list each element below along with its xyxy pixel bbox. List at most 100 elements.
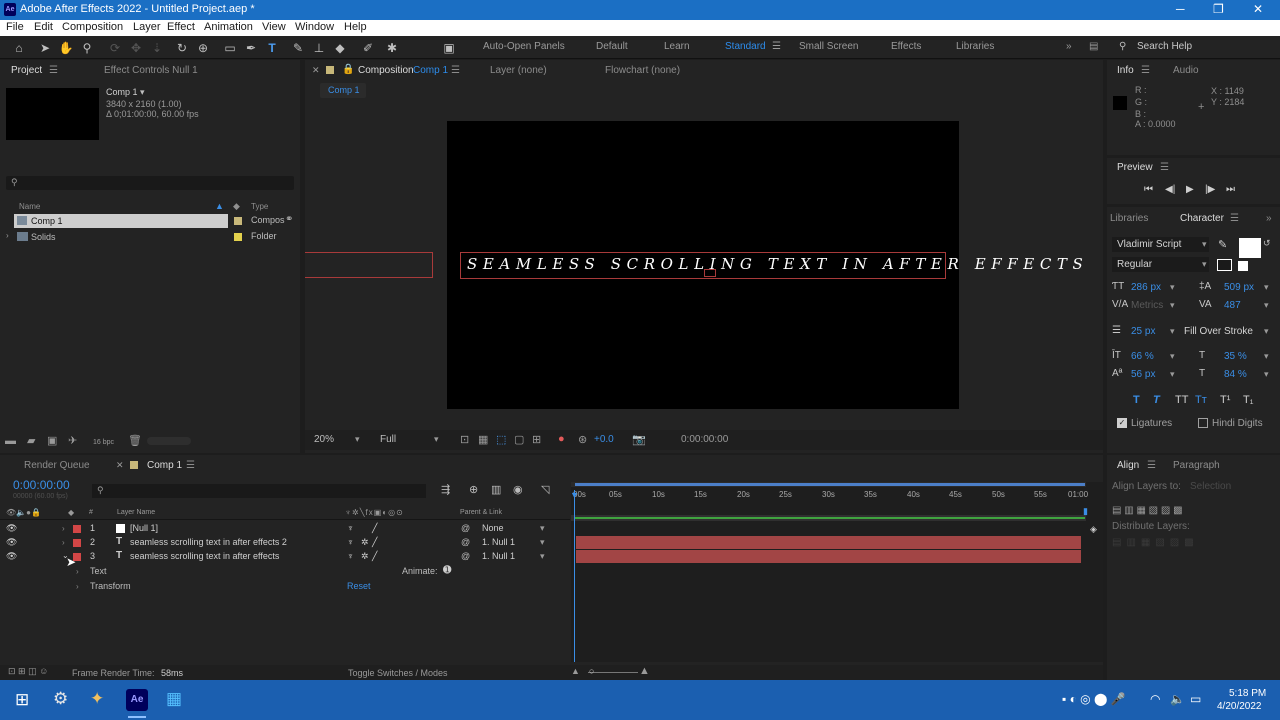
shy-switch-icon[interactable]: ♆ — [347, 537, 354, 547]
faux-italic-icon[interactable]: T — [1153, 394, 1160, 406]
chevron-down-icon[interactable]: ▾ — [1202, 259, 1207, 270]
chevron-right-icon[interactable]: › — [76, 582, 79, 591]
workspace-overflow-icon[interactable]: » — [1066, 41, 1072, 52]
font-family-dropdown[interactable]: Vladimir Script — [1112, 237, 1209, 252]
preview-title[interactable]: Preview — [1117, 162, 1153, 173]
menu-view[interactable]: View — [262, 21, 286, 33]
layer-row-1[interactable]: 👁 › 1 [Null 1] ♆ ╱ @ None ▾ — [0, 522, 570, 536]
mask-visibility-icon[interactable]: ⬚ — [496, 433, 506, 446]
menu-composition[interactable]: Composition — [62, 21, 123, 33]
chevron-down-icon[interactable]: ▾ — [1264, 300, 1269, 311]
collapse-switch-icon[interactable]: ✲ — [361, 537, 369, 548]
comp-info-name[interactable]: Comp 1 — [106, 87, 138, 97]
fast-previews-icon[interactable]: ⊡ — [460, 433, 469, 446]
orbit-tool-icon[interactable]: ⟳ — [107, 40, 123, 56]
chevron-down-icon[interactable]: ▾ — [355, 434, 360, 445]
panel-menu-icon[interactable]: ☰ — [1141, 65, 1150, 76]
label-tag-icon[interactable]: ◆ — [233, 201, 240, 212]
pan-tool-icon[interactable]: ✥ — [128, 40, 144, 56]
playhead-handle-icon[interactable]: ▼ — [570, 490, 579, 500]
flowchart-icon[interactable]: ⚭ — [285, 214, 293, 225]
close-icon[interactable]: ✕ — [1253, 2, 1263, 16]
tab-render-queue[interactable]: Render Queue — [24, 460, 90, 471]
tab-flowchart[interactable]: Flowchart (none) — [605, 65, 680, 76]
clone-stamp-icon[interactable]: ⊥ — [311, 40, 327, 56]
zoom-slider-thumb-icon[interactable]: ○ — [589, 666, 594, 676]
all-caps-icon[interactable]: TT — [1175, 394, 1188, 406]
quality-switch-icon[interactable]: ╱ — [372, 523, 377, 534]
channel-icon[interactable]: ● — [558, 433, 565, 445]
col-parent[interactable]: Parent & Link — [460, 509, 502, 516]
pickwhip-icon[interactable]: @ — [461, 523, 470, 533]
chevron-down-icon[interactable]: ▾ — [1264, 369, 1269, 380]
auto-open-panels-label[interactable]: Auto-Open Panels — [483, 41, 565, 52]
tab-paragraph[interactable]: Paragraph — [1173, 460, 1220, 471]
layer-name[interactable]: seamless scrolling text in after effects — [130, 551, 279, 561]
after-effects-taskbar-icon[interactable]: Ae — [126, 689, 148, 711]
pen-tool-icon[interactable]: ✒ — [243, 40, 259, 56]
workspace-libraries[interactable]: Libraries — [956, 41, 994, 52]
new-folder-icon[interactable]: ▰ — [27, 434, 35, 447]
collapse-switch-icon[interactable]: ✲ — [361, 551, 369, 562]
play-icon[interactable]: ▶ — [1186, 184, 1194, 195]
layer-bar-3[interactable] — [576, 550, 1081, 563]
selection-tool-icon[interactable]: ➤ — [37, 40, 53, 56]
zoom-tool-icon[interactable]: ⚲ — [79, 40, 95, 56]
menu-layer[interactable]: Layer — [133, 21, 161, 33]
playhead[interactable] — [574, 490, 575, 662]
chevron-down-icon[interactable]: ▾ — [540, 537, 545, 548]
menu-window[interactable]: Window — [295, 21, 334, 33]
font-size-value[interactable]: 286 px — [1131, 282, 1161, 293]
workspace-small-screen[interactable]: Small Screen — [799, 41, 858, 52]
chevron-down-icon[interactable]: ▾ — [1170, 326, 1175, 337]
col-layer-name[interactable]: Layer Name — [117, 509, 155, 516]
work-area-bar[interactable] — [571, 482, 1086, 487]
project-item-comp1[interactable]: Comp 1 — [14, 214, 228, 228]
lock-icon[interactable]: 🔒 — [342, 64, 354, 75]
wifi-icon[interactable]: ◠ — [1150, 692, 1160, 706]
grid-guides-icon[interactable]: ⊞ — [532, 433, 541, 446]
swap-colors-icon[interactable]: ↺ — [1263, 238, 1271, 249]
eraser-tool-icon[interactable]: ◆ — [332, 40, 348, 56]
chevron-down-icon[interactable]: ▾ — [1202, 239, 1207, 250]
zoom-slider[interactable] — [588, 672, 638, 673]
chevron-down-icon[interactable]: ▾ — [1170, 351, 1175, 362]
dolly-tool-icon[interactable]: ⇣ — [149, 40, 165, 56]
rectangle-tool-icon[interactable]: ▭ — [222, 40, 238, 56]
anchor-point[interactable] — [704, 269, 716, 277]
type-tool-icon[interactable]: T — [264, 40, 280, 56]
transform-property-group[interactable]: Transform — [90, 581, 131, 591]
eyedropper-icon[interactable]: ✎ — [1218, 238, 1227, 251]
tab-audio[interactable]: Audio — [1173, 65, 1199, 76]
work-area-range[interactable] — [575, 483, 1085, 486]
baseline-shift-value[interactable]: 56 px — [1131, 369, 1155, 380]
taskbar-date[interactable]: 4/20/2022 — [1217, 701, 1262, 712]
tab-project[interactable]: Project — [11, 65, 42, 76]
menu-animation[interactable]: Animation — [204, 21, 253, 33]
auto-open-checkbox-icon[interactable]: ▣ — [441, 40, 457, 56]
menu-file[interactable]: File — [6, 21, 24, 33]
stroke-color-swatch[interactable] — [1217, 259, 1232, 271]
text-layer-bbox-left[interactable] — [305, 252, 433, 278]
search-help[interactable]: Search Help — [1137, 41, 1192, 52]
comp-marker-bin-icon[interactable]: ◈ — [1090, 524, 1097, 535]
exposure-value[interactable]: +0.0 — [594, 434, 614, 445]
viewer-timecode[interactable]: 0:00:00:00 — [681, 434, 728, 445]
search-icon[interactable]: ⚲ — [1119, 41, 1126, 52]
panel-menu-icon[interactable]: ☰ — [1147, 460, 1156, 471]
chevron-down-icon[interactable]: ▾ — [140, 87, 145, 98]
kerning-value[interactable]: Metrics — [1131, 300, 1163, 311]
app-icon-2[interactable]: ✦ — [90, 689, 104, 709]
brush-tool-icon[interactable]: ✎ — [290, 40, 306, 56]
close-tab-icon[interactable]: ✕ — [312, 65, 320, 76]
text-property-group[interactable]: Text — [90, 566, 107, 576]
menu-effect[interactable]: Effect — [167, 21, 195, 33]
chevron-down-icon[interactable]: ▾ — [540, 551, 545, 562]
draft-3d-icon[interactable]: ⊕ — [469, 483, 478, 496]
chevron-down-icon[interactable]: ▾ — [540, 523, 545, 534]
quality-switch-icon[interactable]: ╱ — [372, 551, 377, 562]
chevron-right-icon[interactable]: › — [62, 524, 65, 533]
layer-bar-2[interactable] — [576, 536, 1081, 549]
eye-icon[interactable]: 👁 — [6, 551, 17, 562]
panel-menu-icon[interactable]: ☰ — [451, 65, 460, 76]
